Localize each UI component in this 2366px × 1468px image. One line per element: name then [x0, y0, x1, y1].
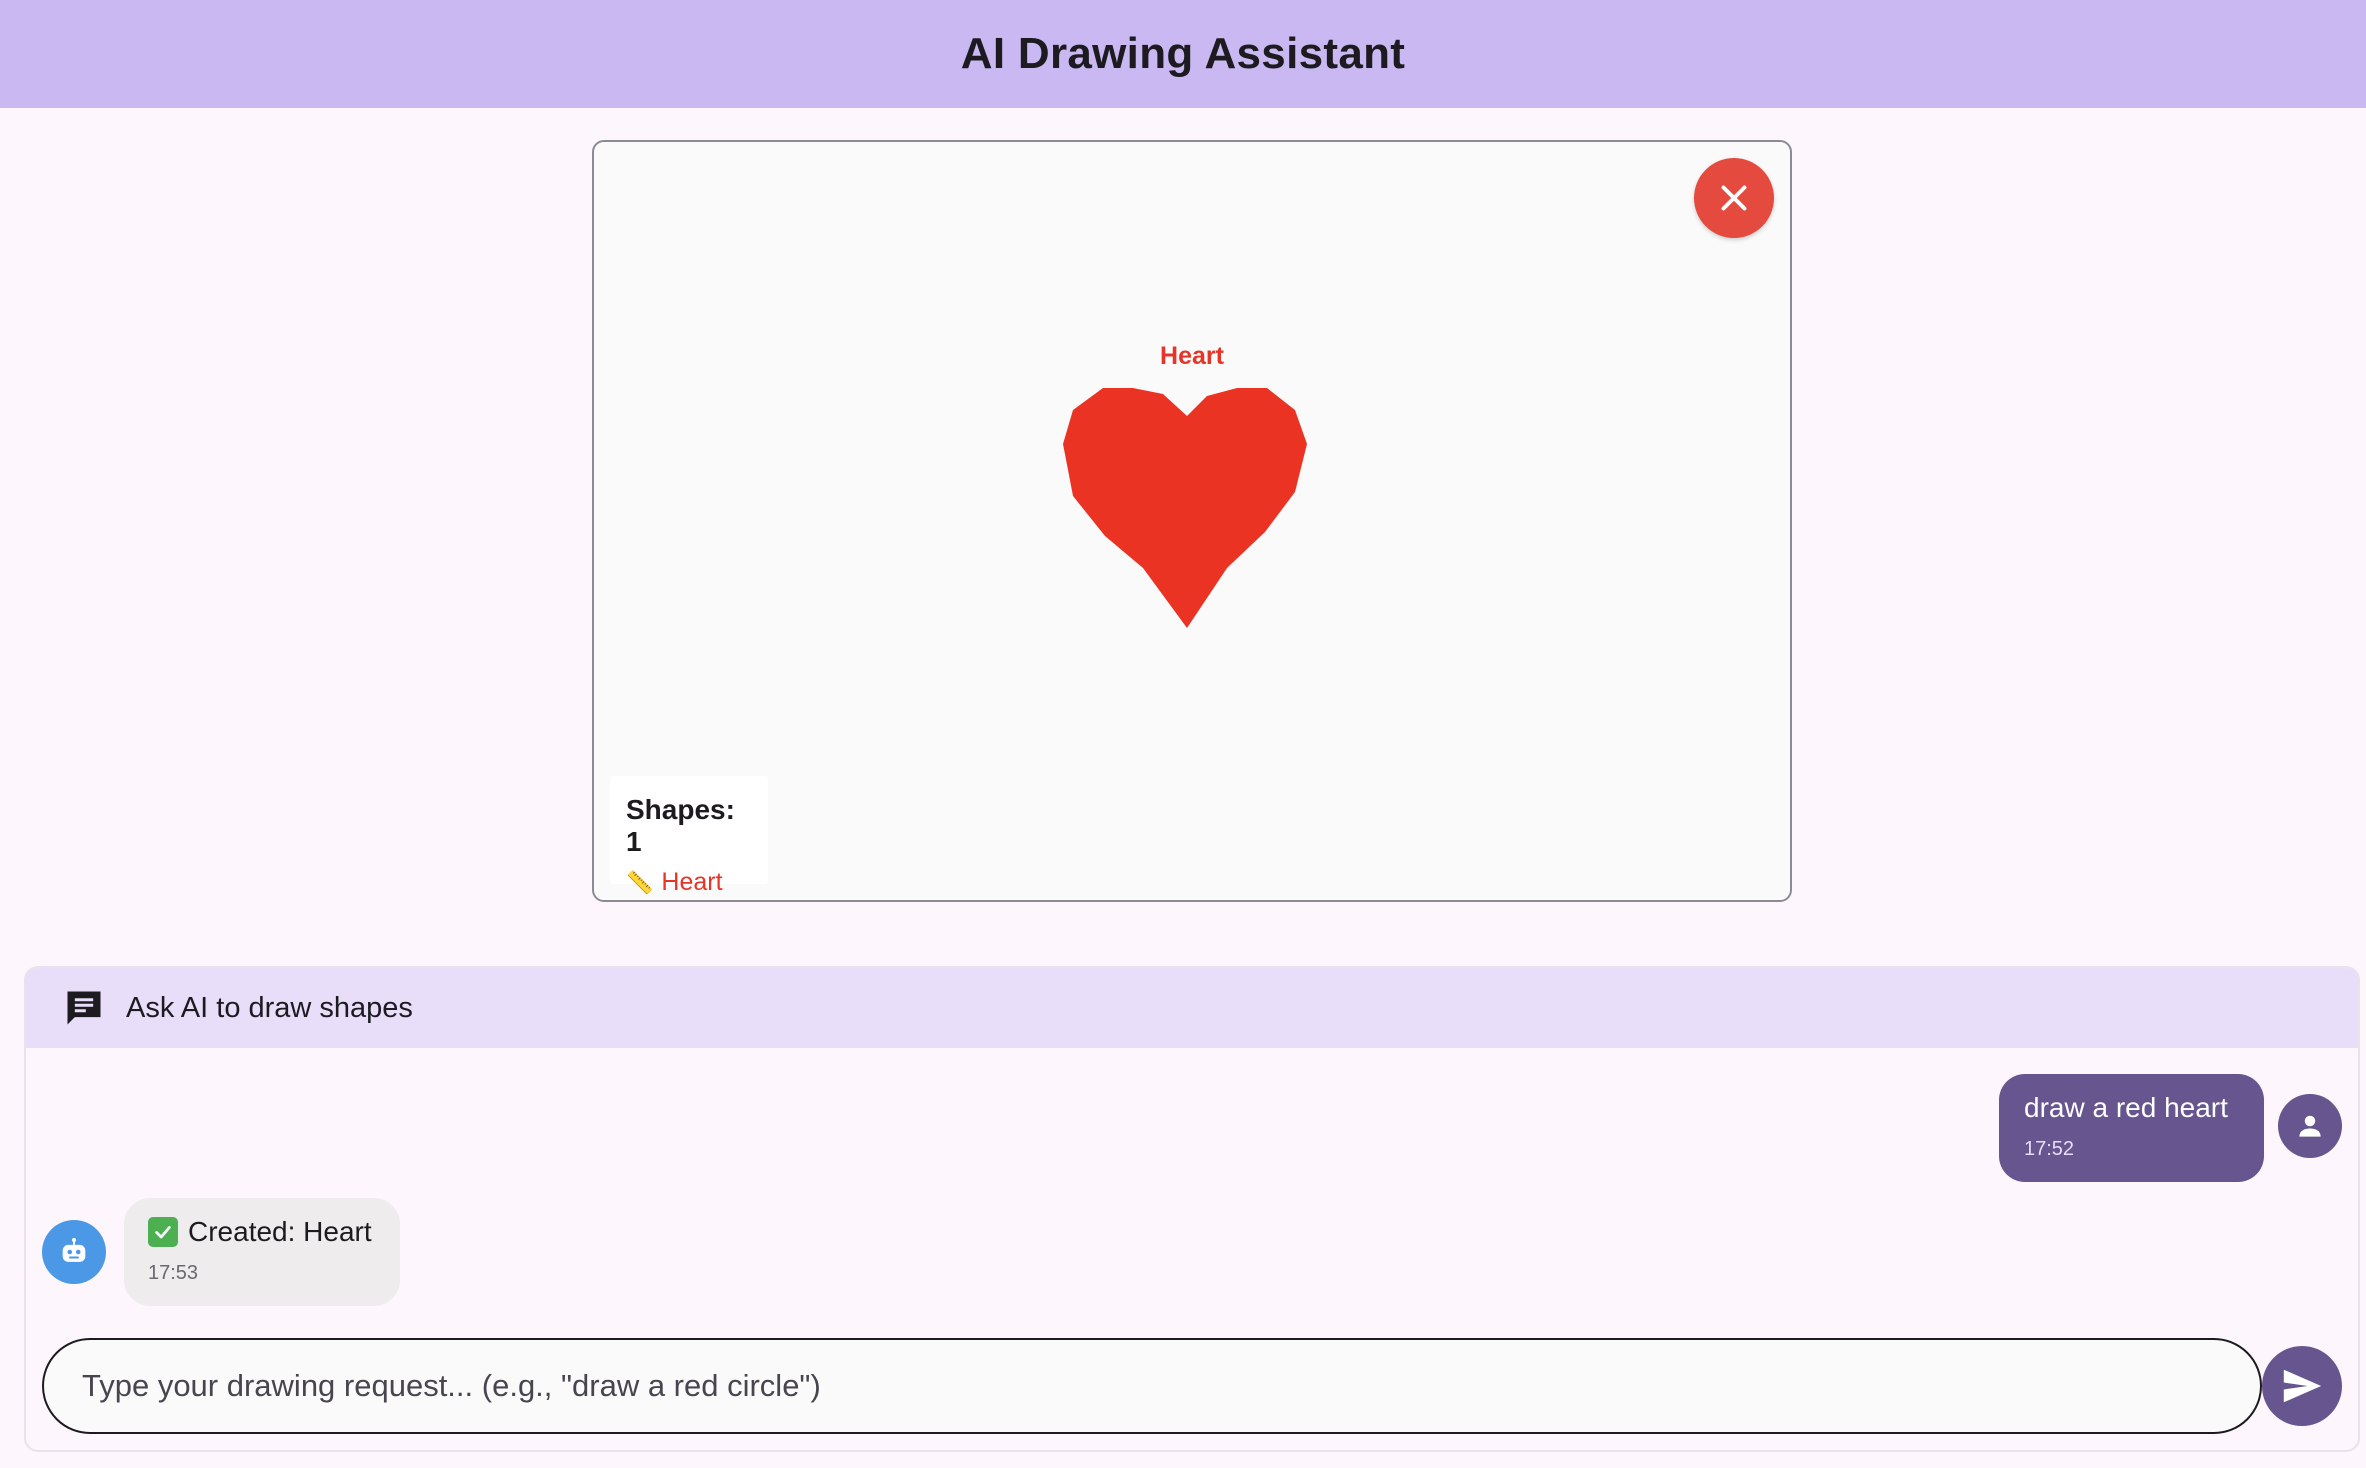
app-title: AI Drawing Assistant [960, 29, 1406, 78]
user-message-text: draw a red heart [2024, 1092, 2228, 1123]
shape-label: Heart [1160, 342, 1224, 370]
close-icon [1721, 185, 1747, 211]
bot-message: Created: Heart 17:53 [124, 1198, 400, 1306]
user-message: draw a red heart 17:52 [1999, 1074, 2264, 1182]
ruler-icon: 📏 [626, 869, 654, 895]
shapes-list-item-label: Heart [661, 868, 723, 896]
bot-avatar [42, 1220, 106, 1284]
bot-message-time: 17:53 [148, 1262, 199, 1284]
person-icon [2299, 1115, 2321, 1137]
app-bar: AI Drawing Assistant [0, 0, 2366, 108]
drawing-canvas[interactable]: Heart Shapes: 1 📏 Heart [592, 140, 1792, 902]
chat-icon [67, 991, 101, 1025]
shapes-list-item: 📏 Heart [626, 868, 752, 897]
robot-icon [62, 1237, 86, 1262]
chat-header-title: Ask AI to draw shapes [126, 991, 413, 1024]
check-icon [148, 1217, 178, 1247]
user-message-time: 17:52 [2024, 1138, 2075, 1160]
bot-message-text: Created: Heart [188, 1216, 372, 1247]
chat-header: Ask AI to draw shapes [26, 968, 2358, 1048]
send-icon [2283, 1369, 2322, 1403]
drawing-request-input[interactable] [42, 1338, 2262, 1434]
clear-canvas-button[interactable] [1694, 158, 1774, 238]
user-avatar [2278, 1094, 2342, 1158]
shapes-summary: Shapes: 1 📏 Heart [610, 776, 768, 896]
heart-shape[interactable] [1063, 388, 1311, 628]
chat-panel: Ask AI to draw shapes draw a red heart 1… [24, 966, 2360, 1452]
send-button[interactable] [2262, 1346, 2342, 1426]
shapes-count: Shapes: 1 [626, 794, 735, 857]
bot-message-text-row: Created: Heart [148, 1216, 376, 1248]
